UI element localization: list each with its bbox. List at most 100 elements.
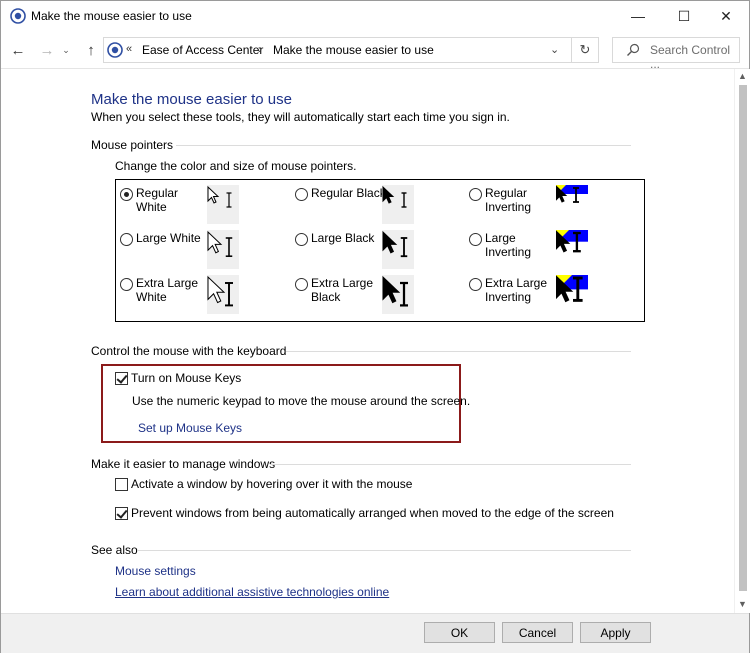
mouse-settings-link[interactable]: Mouse settings — [115, 564, 196, 578]
pointer-scheme-label-line2: Black — [311, 290, 341, 304]
pointer-scheme-label-line1: Regular Black — [311, 186, 386, 200]
pointer-preview-black-regular — [382, 185, 414, 224]
mouse-pointer-icon — [207, 275, 233, 307]
page-description: When you select these tools, they will a… — [91, 110, 510, 124]
scroll-up-icon[interactable]: ▲ — [738, 71, 747, 81]
forward-button[interactable]: → — [37, 40, 57, 60]
mouse-keys-checkbox[interactable] — [115, 372, 128, 385]
pointer-scheme-radio[interactable] — [469, 233, 482, 246]
pointer-scheme-radio[interactable] — [120, 233, 133, 246]
manage-windows-heading: Make it easier to manage windows — [91, 457, 276, 471]
mouse-pointers-heading: Mouse pointers — [91, 138, 174, 152]
pointer-scheme-label-line1: Extra Large — [485, 276, 548, 290]
pointer-scheme-grid: Regular White Regular Black Regular Invertin… — [115, 179, 645, 322]
scrollbar-thumb[interactable] — [739, 85, 747, 591]
prevent-snap-checkbox[interactable] — [115, 507, 128, 520]
pointer-scheme-radio[interactable] — [469, 188, 482, 201]
divider — [137, 550, 631, 551]
pointer-scheme-label[interactable]: Regular Inverting — [485, 186, 531, 214]
pointer-scheme-radio[interactable] — [295, 188, 308, 201]
vertical-scrollbar[interactable]: ▲ ▼ — [734, 69, 750, 613]
breadcrumb-overflow-icon[interactable]: « — [126, 43, 132, 55]
mouse-pointers-subheading: Change the color and size of mouse point… — [115, 159, 357, 173]
pointer-scheme-label-line2: White — [136, 290, 167, 304]
mouse-pointer-icon — [556, 230, 588, 269]
mouse-pointer-icon — [382, 275, 408, 307]
pointer-preview-white-regular — [207, 185, 239, 224]
mouse-pointer-icon — [382, 185, 407, 208]
prevent-snap-label[interactable]: Prevent windows from being automatically… — [131, 506, 614, 520]
maximize-icon: ☐ — [677, 7, 691, 24]
main-content: Make the mouse easier to use When you se… — [1, 69, 734, 613]
see-also-heading: See also — [91, 543, 138, 557]
breadcrumb-separator-icon[interactable]: › — [258, 42, 262, 56]
keyboard-control-heading: Control the mouse with the keyboard — [91, 344, 287, 358]
divider — [286, 351, 631, 352]
pointer-scheme-label-line2: Inverting — [485, 290, 532, 304]
close-button[interactable]: ✕ — [703, 1, 749, 31]
pointer-scheme-radio[interactable] — [295, 233, 308, 246]
pointer-scheme-label[interactable]: Extra Large Black — [311, 276, 373, 304]
hover-activate-checkbox[interactable] — [115, 478, 128, 491]
pointer-scheme-label[interactable]: Regular White — [136, 186, 178, 214]
refresh-button[interactable]: ↻ — [572, 37, 599, 63]
hover-activate-label[interactable]: Activate a window by hovering over it wi… — [131, 477, 412, 491]
learn-more-link[interactable]: Learn about additional assistive technol… — [115, 585, 389, 599]
pointer-scheme-label-line1: Large Black — [311, 231, 375, 245]
mouse-pointer-icon — [556, 185, 588, 224]
pointer-scheme-label-line1: Extra Large — [136, 276, 199, 290]
cancel-button[interactable]: Cancel — [502, 622, 573, 643]
close-icon: ✕ — [720, 7, 732, 24]
up-button[interactable]: ↑ — [81, 40, 101, 60]
pointer-scheme-radio[interactable] — [120, 278, 133, 291]
pointer-scheme-radio[interactable] — [295, 278, 308, 291]
pointer-preview-white-large — [207, 230, 239, 269]
pointer-scheme-radio[interactable] — [469, 278, 482, 291]
search-icon — [627, 43, 640, 56]
pointer-preview-invert-xlarge — [556, 275, 588, 314]
pointer-scheme-label-line1: Large White — [136, 231, 201, 245]
arrow-up-icon: ↑ — [87, 41, 95, 59]
back-button[interactable]: ← — [8, 40, 28, 60]
pointer-scheme-label[interactable]: Large Black — [311, 231, 374, 245]
pointer-scheme-radio[interactable] — [120, 188, 133, 201]
minimize-button[interactable]: — — [615, 1, 661, 31]
mouse-pointer-icon — [556, 275, 588, 314]
pointer-scheme-label-line1: Regular — [485, 186, 528, 200]
scroll-down-icon[interactable]: ▼ — [738, 599, 747, 609]
divider — [270, 464, 631, 465]
ease-of-access-icon — [10, 8, 26, 24]
address-dropdown-icon[interactable]: ⌄ — [550, 43, 559, 56]
pointer-scheme-label[interactable]: Extra Large White — [136, 276, 198, 304]
set-up-mouse-keys-link[interactable]: Set up Mouse Keys — [138, 421, 242, 435]
page-title: Make the mouse easier to use — [91, 91, 292, 108]
pointer-scheme-label[interactable]: Regular Black — [311, 186, 386, 200]
mouse-keys-description: Use the numeric keypad to move the mouse… — [132, 394, 471, 408]
maximize-button[interactable]: ☐ — [661, 1, 707, 31]
window-title: Make the mouse easier to use — [31, 9, 192, 23]
recent-locations-button[interactable]: ⌄ — [59, 40, 73, 60]
title-bar: Make the mouse easier to use — ☐ ✕ — [1, 1, 749, 31]
arrow-left-icon: ← — [10, 41, 26, 59]
pointer-scheme-label-line1: Extra Large — [311, 276, 374, 290]
pointer-scheme-label-line2: Inverting — [485, 200, 532, 214]
mouse-pointer-icon — [207, 185, 232, 208]
pointer-preview-black-xlarge — [382, 275, 414, 314]
apply-button[interactable]: Apply — [580, 622, 651, 643]
mouse-pointer-icon — [207, 230, 233, 257]
ok-button[interactable]: OK — [424, 622, 495, 643]
mouse-pointer-icon — [382, 230, 408, 258]
search-input[interactable]: Search Control ... — [612, 37, 740, 71]
mouse-keys-label[interactable]: Turn on Mouse Keys — [131, 371, 241, 385]
pointer-scheme-label[interactable]: Large Inverting — [485, 231, 531, 259]
address-bar[interactable]: « Ease of Access Center › Make the mouse… — [103, 37, 572, 63]
refresh-icon: ↻ — [579, 42, 591, 57]
pointer-preview-white-xlarge — [207, 275, 239, 314]
pointer-preview-invert-regular — [556, 185, 588, 224]
pointer-scheme-label[interactable]: Large White — [136, 231, 201, 245]
pointer-preview-invert-large — [556, 230, 588, 269]
pointer-preview-black-large — [382, 230, 414, 269]
breadcrumb-current-page[interactable]: Make the mouse easier to use — [273, 43, 434, 57]
breadcrumb-ease-of-access-center[interactable]: Ease of Access Center — [142, 43, 263, 57]
pointer-scheme-label[interactable]: Extra Large Inverting — [485, 276, 547, 304]
